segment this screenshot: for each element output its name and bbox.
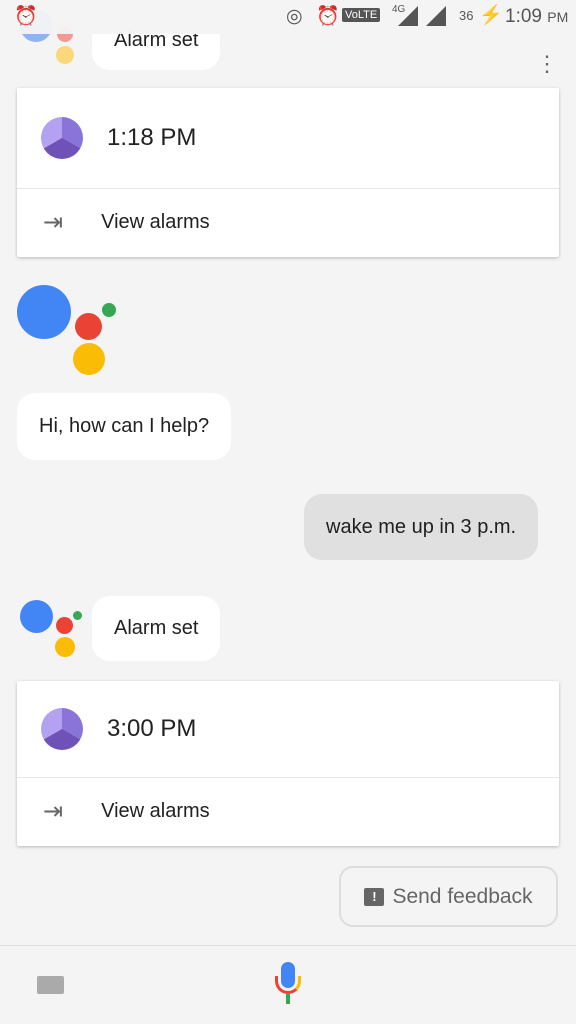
feedback-icon: ! bbox=[364, 887, 385, 906]
battery-level: 36 bbox=[459, 8, 474, 23]
alarm-clock-icon bbox=[41, 708, 83, 750]
assistant-logo bbox=[17, 285, 117, 375]
hotspot-icon: ◎ bbox=[286, 6, 303, 27]
assistant-reply: Alarm set bbox=[92, 596, 221, 661]
clock: 1:09 PM bbox=[505, 6, 569, 27]
alarm-card[interactable]: 1:18 PM ⇥ View alarms bbox=[17, 88, 559, 257]
microphone-icon[interactable] bbox=[272, 962, 304, 1006]
alarm-time: 1:18 PM bbox=[107, 124, 197, 151]
open-icon: ⇥ bbox=[43, 798, 64, 825]
divider bbox=[0, 945, 576, 946]
keyboard-icon[interactable] bbox=[37, 976, 64, 994]
open-icon: ⇥ bbox=[43, 209, 64, 236]
view-alarms-label: View alarms bbox=[101, 800, 210, 822]
assistant-logo-small bbox=[20, 600, 82, 658]
signal-icon bbox=[426, 6, 446, 26]
alarm-clock-icon bbox=[41, 117, 83, 159]
view-alarms-button[interactable]: ⇥ View alarms bbox=[17, 778, 559, 845]
view-alarms-button[interactable]: ⇥ View alarms bbox=[17, 189, 559, 256]
status-bar: ⏰ ◎ ⏰ VoLTE 4G 36 ⚡ 1:09 PM bbox=[0, 0, 576, 34]
volte-icon: VoLTE bbox=[342, 8, 381, 22]
assistant-greeting: Hi, how can I help? bbox=[17, 393, 232, 460]
send-feedback-button[interactable]: ! Send feedback bbox=[339, 866, 558, 927]
alarm-time: 3:00 PM bbox=[107, 715, 197, 742]
signal-icon bbox=[398, 6, 418, 26]
alarm-icon: ⏰ bbox=[316, 6, 340, 27]
charging-icon: ⚡ bbox=[479, 5, 503, 26]
view-alarms-label: View alarms bbox=[101, 211, 210, 233]
alarm-card[interactable]: 3:00 PM ⇥ View alarms bbox=[17, 681, 559, 846]
send-feedback-label: Send feedback bbox=[392, 884, 533, 908]
alarm-icon: ⏰ bbox=[14, 6, 38, 27]
more-options-icon[interactable]: ⋮ bbox=[536, 53, 558, 75]
user-message: wake me up in 3 p.m. bbox=[304, 494, 539, 560]
